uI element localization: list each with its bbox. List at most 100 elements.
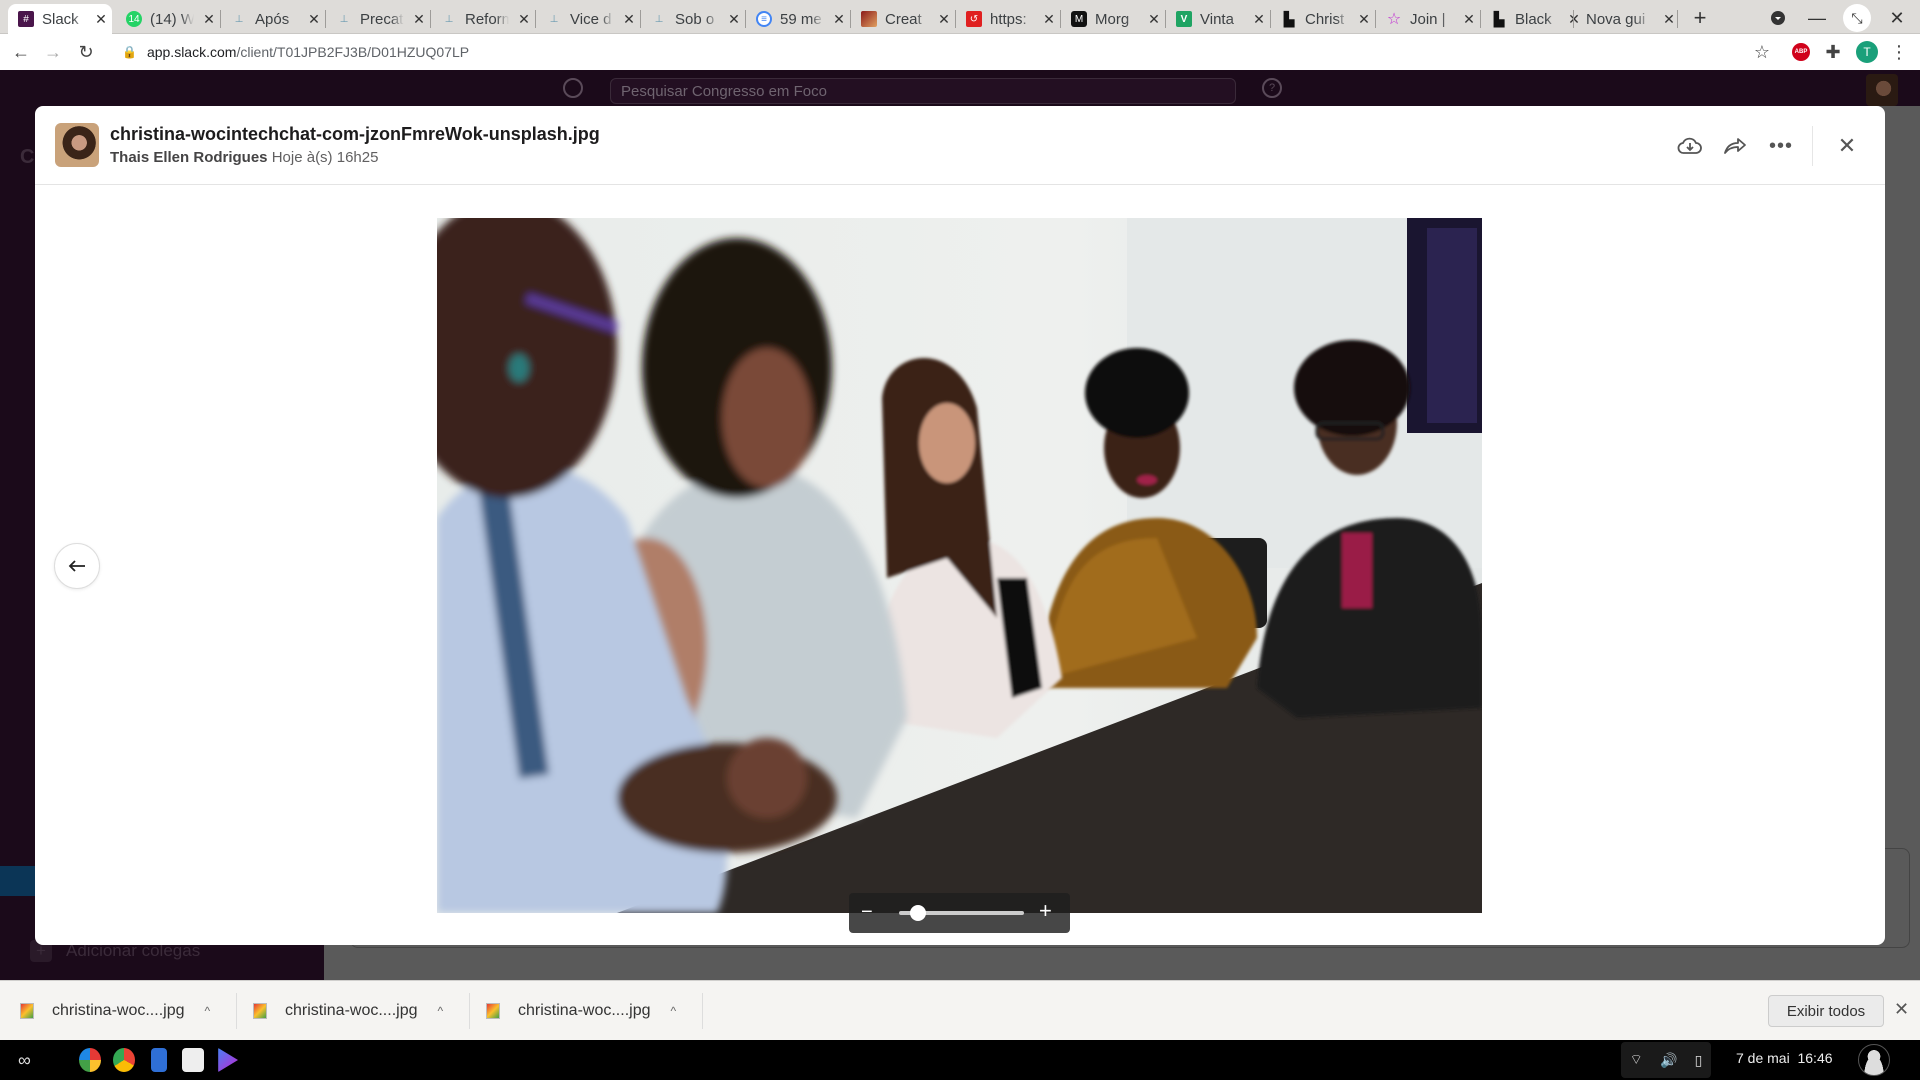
close-downloads-icon[interactable]: ✕ xyxy=(1894,999,1909,1020)
chrome-menu-icon[interactable]: ⋮ xyxy=(1887,40,1911,64)
adblock-icon[interactable]: ABP xyxy=(1789,40,1813,64)
close-tab-icon[interactable]: ✕ xyxy=(94,11,108,28)
tab-precat[interactable]: ⊥ Precat ✕ xyxy=(326,4,426,34)
tab-vice[interactable]: ⊥ Vice d ✕ xyxy=(536,4,636,34)
previous-file-button[interactable] xyxy=(54,543,100,589)
system-tray[interactable]: ⌔ 🔊 ▯ xyxy=(1621,1042,1711,1078)
tab-label: (14) WhatsApp xyxy=(150,10,194,28)
minimize-icon[interactable]: — xyxy=(1803,4,1831,32)
zoom-slider-thumb[interactable] xyxy=(909,905,926,921)
close-window-icon[interactable]: ✕ xyxy=(1883,4,1911,32)
tab-label: 59 me xyxy=(780,10,822,28)
tab-label: Vinta xyxy=(1200,10,1234,28)
close-tab-icon[interactable]: ✕ xyxy=(622,11,636,28)
close-tab-icon[interactable]: ✕ xyxy=(1462,11,1476,28)
tab-christ[interactable]: ▙ Christ ✕ xyxy=(1271,4,1371,34)
extensions-puzzle-icon[interactable]: ✚ xyxy=(1821,40,1845,64)
tab-label: Slack xyxy=(42,10,79,28)
close-tab-icon[interactable]: ✕ xyxy=(202,11,216,28)
app-store-icon[interactable] xyxy=(79,1048,101,1072)
sidebar-active-item[interactable] xyxy=(0,866,40,896)
close-tab-icon[interactable]: ✕ xyxy=(307,11,321,28)
reload-icon[interactable]: ↻ xyxy=(74,40,98,64)
tab-morg[interactable]: M Morg ✕ xyxy=(1061,4,1161,34)
forward-icon[interactable]: → xyxy=(41,40,65,64)
close-tab-icon[interactable]: ✕ xyxy=(727,11,741,28)
tab-vinta[interactable]: V Vinta ✕ xyxy=(1166,4,1266,34)
close-tab-icon[interactable]: ✕ xyxy=(1042,11,1056,28)
close-tab-icon[interactable]: ✕ xyxy=(1252,11,1266,28)
restore-icon[interactable]: ⤡ xyxy=(1843,4,1871,32)
browser-tab-strip: # Slack ✕ 14 (14) WhatsApp ✕ ⊥ Após ✕ ⊥ … xyxy=(0,0,1920,34)
zoom-slider[interactable] xyxy=(899,905,1024,921)
new-tab-button[interactable]: + xyxy=(1686,4,1714,32)
close-tab-icon[interactable]: ✕ xyxy=(1662,11,1676,28)
author-name[interactable]: Thais Ellen Rodrigues xyxy=(110,149,268,166)
chrome-icon[interactable] xyxy=(113,1048,135,1072)
arrow-left-icon xyxy=(68,560,85,572)
bookmark-star-icon[interactable]: ☆ xyxy=(1750,40,1774,64)
site-icon: ⊥ xyxy=(234,13,244,25)
history-clock-icon[interactable] xyxy=(563,78,583,98)
user-avatar[interactable] xyxy=(1866,74,1898,106)
zoom-out-button[interactable]: − xyxy=(861,902,873,922)
close-tab-icon[interactable]: ✕ xyxy=(517,11,531,28)
close-viewer-button[interactable]: ✕ xyxy=(1830,129,1864,163)
tab-docs[interactable]: ≡ 59 me ✕ xyxy=(746,4,846,34)
download-button[interactable] xyxy=(1673,129,1707,163)
show-all-downloads-button[interactable]: Exibir todos xyxy=(1768,995,1884,1027)
volume-icon: 🔊 xyxy=(1660,1051,1678,1068)
date: 7 de mai xyxy=(1736,1050,1790,1066)
tab-join[interactable]: ☆ Join | ✕ xyxy=(1376,4,1476,34)
zoom-in-button[interactable]: + xyxy=(1039,900,1052,922)
profile-avatar[interactable]: T xyxy=(1855,40,1879,64)
tab-https[interactable]: ↺ https: ✕ xyxy=(956,4,1056,34)
launcher-icon[interactable]: ∞ xyxy=(18,1050,31,1071)
image-file-icon xyxy=(486,1003,500,1019)
close-tab-icon[interactable]: ✕ xyxy=(937,11,951,28)
tab-search-icon[interactable] xyxy=(1764,4,1792,32)
chevron-up-icon[interactable]: ^ xyxy=(438,1004,444,1018)
image-icon xyxy=(861,11,877,27)
tab-whatsapp[interactable]: 14 (14) WhatsApp ✕ xyxy=(116,4,216,34)
address-bar[interactable]: 🔒 app.slack.com/client/T01JPB2FJ3B/D01HZ… xyxy=(108,37,1768,67)
back-icon[interactable]: ← xyxy=(9,40,33,64)
tab-slack[interactable]: # Slack ✕ xyxy=(8,4,112,34)
tab-create[interactable]: Creat ✕ xyxy=(851,4,951,34)
download-filename: christina-woc....jpg xyxy=(52,1002,185,1019)
tab-label: Creat xyxy=(885,10,922,28)
system-clock[interactable]: 7 de mai 16:46 xyxy=(1736,1050,1833,1066)
download-item[interactable]: christina-woc....jpg ^ xyxy=(253,981,443,1041)
text-editor-icon[interactable] xyxy=(182,1048,204,1072)
m-icon: M xyxy=(1071,11,1087,27)
image-preview[interactable] xyxy=(437,218,1482,913)
more-actions-button[interactable]: ••• xyxy=(1764,129,1798,163)
help-icon[interactable]: ? xyxy=(1262,78,1282,98)
tab-label: Join | xyxy=(1410,10,1446,28)
file-viewer-modal: christina-wocintechchat-com-jzonFmreWok-… xyxy=(35,106,1885,945)
file-meta: Thais Ellen Rodrigues Hoje à(s) 16h25 xyxy=(110,149,378,166)
tab-apos[interactable]: ⊥ Após ✕ xyxy=(221,4,321,34)
slack-search-input[interactable]: Pesquisar Congresso em Foco xyxy=(610,78,1236,104)
chevron-up-icon[interactable]: ^ xyxy=(671,1004,677,1018)
close-tab-icon[interactable]: ✕ xyxy=(412,11,426,28)
chevron-up-icon[interactable]: ^ xyxy=(205,1004,211,1018)
tab-new-tab-page[interactable]: Nova gui ✕ xyxy=(1576,4,1676,34)
user-account-icon[interactable] xyxy=(1858,1044,1890,1076)
close-tab-icon[interactable]: ✕ xyxy=(832,11,846,28)
files-icon[interactable] xyxy=(151,1048,167,1072)
download-item[interactable]: christina-woc....jpg ^ xyxy=(20,981,210,1041)
tab-black[interactable]: ▙ Black ✕ xyxy=(1481,4,1581,34)
share-button[interactable] xyxy=(1718,129,1752,163)
adblock-label: ABP xyxy=(1792,43,1810,61)
tab-sob[interactable]: ⊥ Sob o ✕ xyxy=(641,4,741,34)
ellipsis-icon: ••• xyxy=(1768,134,1793,157)
play-store-icon[interactable] xyxy=(218,1048,238,1072)
uploader-avatar[interactable] xyxy=(55,123,99,167)
close-tab-icon[interactable]: ✕ xyxy=(1147,11,1161,28)
lock-icon: 🔒 xyxy=(122,45,137,59)
download-item[interactable]: christina-woc....jpg ^ xyxy=(486,981,676,1041)
wifi-icon: ⌔ xyxy=(1629,1051,1643,1067)
close-tab-icon[interactable]: ✕ xyxy=(1357,11,1371,28)
tab-reform[interactable]: ⊥ Reform ✕ xyxy=(431,4,531,34)
